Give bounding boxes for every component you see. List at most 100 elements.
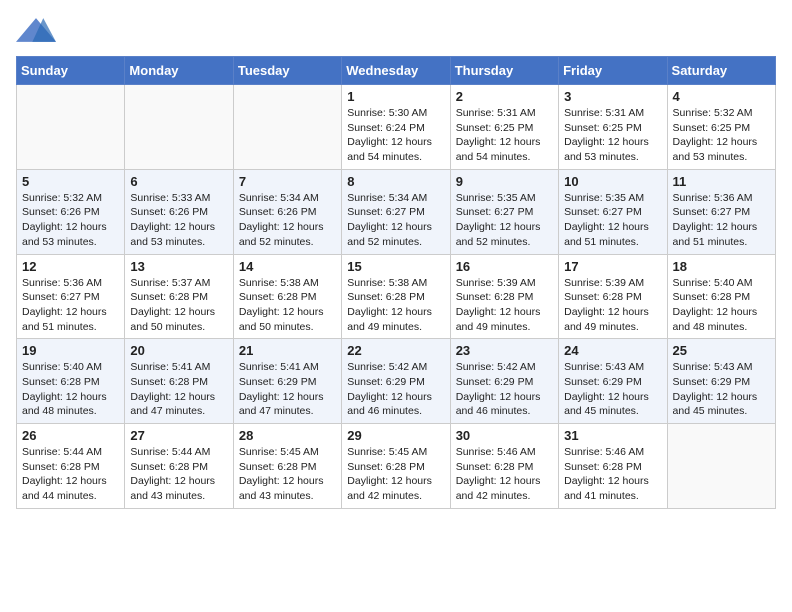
day-number: 25 (673, 343, 770, 358)
day-number: 4 (673, 89, 770, 104)
cell-content: Sunrise: 5:40 AM Sunset: 6:28 PM Dayligh… (673, 276, 770, 335)
calendar-cell: 13Sunrise: 5:37 AM Sunset: 6:28 PM Dayli… (125, 254, 233, 339)
weekday-header: Monday (125, 57, 233, 85)
cell-content: Sunrise: 5:46 AM Sunset: 6:28 PM Dayligh… (564, 445, 661, 504)
cell-content: Sunrise: 5:34 AM Sunset: 6:27 PM Dayligh… (347, 191, 444, 250)
day-number: 1 (347, 89, 444, 104)
calendar-cell: 3 Sunrise: 5:31 AM Sunset: 6:25 PM Daylig… (559, 85, 667, 170)
weekday-header: Tuesday (233, 57, 341, 85)
cell-content: Sunrise: 5:46 AM Sunset: 6:28 PM Dayligh… (456, 445, 553, 504)
cell-content: Sunrise: 5:42 AM Sunset: 6:29 PM Dayligh… (347, 360, 444, 419)
day-number: 29 (347, 428, 444, 443)
day-number: 5 (22, 174, 119, 189)
cell-content: Sunrise: 5:44 AM Sunset: 6:28 PM Dayligh… (130, 445, 227, 504)
day-number: 7 (239, 174, 336, 189)
calendar-cell (667, 424, 775, 509)
day-number: 11 (673, 174, 770, 189)
calendar-cell (125, 85, 233, 170)
day-number: 2 (456, 89, 553, 104)
day-number: 14 (239, 259, 336, 274)
day-number: 3 (564, 89, 661, 104)
calendar-cell: 17 Sunrise: 5:39 AM Sunset: 6:28 PM Dayli… (559, 254, 667, 339)
calendar-cell (17, 85, 125, 170)
weekday-header: Saturday (667, 57, 775, 85)
logo (16, 16, 60, 44)
cell-content: Sunrise: 5:39 AM Sunset: 6:28 PM Dayligh… (456, 276, 553, 335)
cell-content: Sunrise: 5:43 AM Sunset: 6:29 PM Dayligh… (564, 360, 661, 419)
cell-content: Sunrise: 5:41 AM Sunset: 6:29 PM Dayligh… (239, 360, 336, 419)
cell-content: Sunrise: 5:35 AM Sunset: 6:27 PM Dayligh… (456, 191, 553, 250)
calendar-cell: 24 Sunrise: 5:43 AM Sunset: 6:29 PM Dayli… (559, 339, 667, 424)
calendar-cell (233, 85, 341, 170)
cell-content: Sunrise: 5:38 AM Sunset: 6:28 PM Dayligh… (239, 276, 336, 335)
calendar-cell: 5Sunrise: 5:32 AM Sunset: 6:26 PM Daylig… (17, 169, 125, 254)
page-header (16, 16, 776, 44)
cell-content: Sunrise: 5:42 AM Sunset: 6:29 PM Dayligh… (456, 360, 553, 419)
weekday-header: Sunday (17, 57, 125, 85)
calendar-cell: 9Sunrise: 5:35 AM Sunset: 6:27 PM Daylig… (450, 169, 558, 254)
day-number: 15 (347, 259, 444, 274)
calendar-cell: 2 Sunrise: 5:31 AM Sunset: 6:25 PM Daylig… (450, 85, 558, 170)
weekday-header: Wednesday (342, 57, 450, 85)
calendar-cell: 20 Sunrise: 5:41 AM Sunset: 6:28 PM Dayli… (125, 339, 233, 424)
cell-content: Sunrise: 5:31 AM Sunset: 6:25 PM Dayligh… (564, 106, 661, 165)
weekday-header: Thursday (450, 57, 558, 85)
cell-content: Sunrise: 5:32 AM Sunset: 6:25 PM Dayligh… (673, 106, 770, 165)
calendar-week-row: 19 Sunrise: 5:40 AM Sunset: 6:28 PM Dayli… (17, 339, 776, 424)
calendar-cell: 12 Sunrise: 5:36 AM Sunset: 6:27 PM Dayli… (17, 254, 125, 339)
weekday-header: Friday (559, 57, 667, 85)
calendar-cell: 23 Sunrise: 5:42 AM Sunset: 6:29 PM Dayli… (450, 339, 558, 424)
day-number: 27 (130, 428, 227, 443)
cell-content: Sunrise: 5:43 AM Sunset: 6:29 PM Dayligh… (673, 360, 770, 419)
day-number: 30 (456, 428, 553, 443)
calendar-cell: 16 Sunrise: 5:39 AM Sunset: 6:28 PM Dayli… (450, 254, 558, 339)
calendar-cell: 14 Sunrise: 5:38 AM Sunset: 6:28 PM Dayli… (233, 254, 341, 339)
day-number: 18 (673, 259, 770, 274)
cell-content: Sunrise: 5:40 AM Sunset: 6:28 PM Dayligh… (22, 360, 119, 419)
cell-content: Sunrise: 5:36 AM Sunset: 6:27 PM Dayligh… (673, 191, 770, 250)
cell-content: Sunrise: 5:30 AM Sunset: 6:24 PM Dayligh… (347, 106, 444, 165)
calendar-week-row: 1 Sunrise: 5:30 AM Sunset: 6:24 PM Daylig… (17, 85, 776, 170)
cell-content: Sunrise: 5:45 AM Sunset: 6:28 PM Dayligh… (347, 445, 444, 504)
day-number: 24 (564, 343, 661, 358)
day-number: 26 (22, 428, 119, 443)
day-number: 16 (456, 259, 553, 274)
logo-icon (16, 16, 56, 44)
day-number: 28 (239, 428, 336, 443)
calendar-cell: 4 Sunrise: 5:32 AM Sunset: 6:25 PM Daylig… (667, 85, 775, 170)
calendar-week-row: 26 Sunrise: 5:44 AM Sunset: 6:28 PM Dayli… (17, 424, 776, 509)
calendar-cell: 8 Sunrise: 5:34 AM Sunset: 6:27 PM Daylig… (342, 169, 450, 254)
day-number: 6 (130, 174, 227, 189)
cell-content: Sunrise: 5:41 AM Sunset: 6:28 PM Dayligh… (130, 360, 227, 419)
calendar-cell: 30 Sunrise: 5:46 AM Sunset: 6:28 PM Dayli… (450, 424, 558, 509)
calendar-cell: 22 Sunrise: 5:42 AM Sunset: 6:29 PM Dayli… (342, 339, 450, 424)
day-number: 12 (22, 259, 119, 274)
cell-content: Sunrise: 5:37 AM Sunset: 6:28 PM Dayligh… (130, 276, 227, 335)
cell-content: Sunrise: 5:38 AM Sunset: 6:28 PM Dayligh… (347, 276, 444, 335)
cell-content: Sunrise: 5:34 AM Sunset: 6:26 PM Dayligh… (239, 191, 336, 250)
day-number: 10 (564, 174, 661, 189)
calendar-week-row: 12 Sunrise: 5:36 AM Sunset: 6:27 PM Dayli… (17, 254, 776, 339)
day-number: 17 (564, 259, 661, 274)
calendar-cell: 18 Sunrise: 5:40 AM Sunset: 6:28 PM Dayli… (667, 254, 775, 339)
calendar-cell: 28Sunrise: 5:45 AM Sunset: 6:28 PM Dayli… (233, 424, 341, 509)
calendar-cell: 7 Sunrise: 5:34 AM Sunset: 6:26 PM Daylig… (233, 169, 341, 254)
cell-content: Sunrise: 5:31 AM Sunset: 6:25 PM Dayligh… (456, 106, 553, 165)
cell-content: Sunrise: 5:39 AM Sunset: 6:28 PM Dayligh… (564, 276, 661, 335)
calendar-cell: 25 Sunrise: 5:43 AM Sunset: 6:29 PM Dayli… (667, 339, 775, 424)
calendar-cell: 26Sunrise: 5:44 AM Sunset: 6:28 PM Dayli… (17, 424, 125, 509)
calendar-cell: 11 Sunrise: 5:36 AM Sunset: 6:27 PM Dayli… (667, 169, 775, 254)
calendar-cell: 6 Sunrise: 5:33 AM Sunset: 6:26 PM Daylig… (125, 169, 233, 254)
calendar-week-row: 5Sunrise: 5:32 AM Sunset: 6:26 PM Daylig… (17, 169, 776, 254)
cell-content: Sunrise: 5:35 AM Sunset: 6:27 PM Dayligh… (564, 191, 661, 250)
cell-content: Sunrise: 5:36 AM Sunset: 6:27 PM Dayligh… (22, 276, 119, 335)
day-number: 22 (347, 343, 444, 358)
day-number: 21 (239, 343, 336, 358)
day-number: 8 (347, 174, 444, 189)
day-number: 23 (456, 343, 553, 358)
day-number: 19 (22, 343, 119, 358)
cell-content: Sunrise: 5:33 AM Sunset: 6:26 PM Dayligh… (130, 191, 227, 250)
calendar-cell: 27 Sunrise: 5:44 AM Sunset: 6:28 PM Dayli… (125, 424, 233, 509)
calendar-cell: 1 Sunrise: 5:30 AM Sunset: 6:24 PM Daylig… (342, 85, 450, 170)
day-number: 20 (130, 343, 227, 358)
